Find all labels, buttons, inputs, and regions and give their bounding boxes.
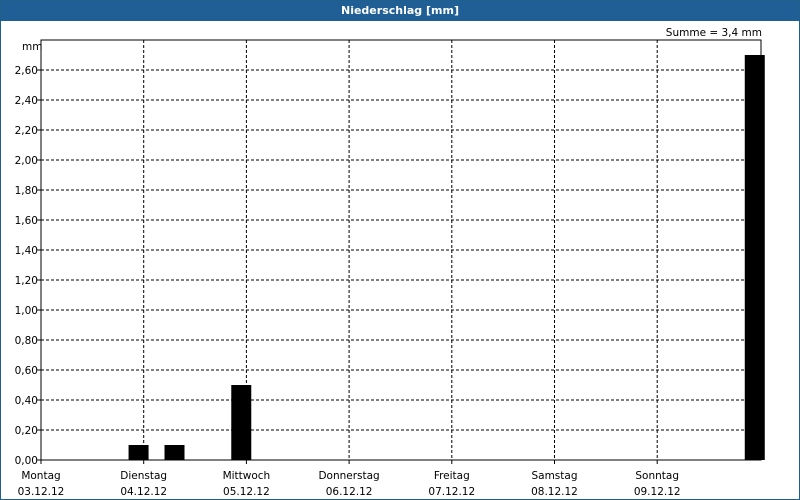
x-tick-weekday-label: Dienstag <box>120 470 167 482</box>
x-tick-date-label: 07.12.12 <box>428 486 475 498</box>
y-tick-label: 2,00 <box>15 155 38 167</box>
x-tick-date-label: 08.12.12 <box>531 486 578 498</box>
y-tick-label: 1,40 <box>15 245 38 257</box>
x-tick-date-label: 05.12.12 <box>223 486 270 498</box>
y-tick-label: 1,20 <box>15 275 38 287</box>
precipitation-bar <box>128 445 149 460</box>
y-tick-label: 2,20 <box>15 125 38 137</box>
y-tick-label: 0,20 <box>15 425 38 437</box>
precipitation-bar <box>744 55 765 460</box>
precipitation-bar <box>231 385 252 460</box>
x-tick-weekday-label: Mittwoch <box>223 470 271 482</box>
y-axis-ticks: 0,00 0,20 0,40 0,60 0,80 1,00 1,20 1,40 1,60 1,80… <box>15 65 41 467</box>
x-tick-weekday-label: Sonntag <box>635 470 679 482</box>
sum-label: Summe = 3,4 mm <box>666 27 762 39</box>
y-tick-label: 2,60 <box>15 65 38 77</box>
x-tick-weekday-label: Montag <box>21 470 60 482</box>
x-tick-date-label: 03.12.12 <box>18 486 65 498</box>
y-tick-label: 2,40 <box>15 95 38 107</box>
x-tick-date-label: 04.12.12 <box>120 486 167 498</box>
y-tick-label: 1,60 <box>15 215 38 227</box>
y-axis-unit-label: mm <box>22 41 42 53</box>
precipitation-bar <box>164 445 185 460</box>
bar-series <box>128 55 765 460</box>
y-tick-label: 0,40 <box>15 395 38 407</box>
x-tick-weekday-label: Samstag <box>531 470 577 482</box>
precipitation-chart: 0,00 0,20 0,40 0,60 0,80 1,00 1,20 1,40 1,60 1,80… <box>15 27 765 498</box>
x-tick-weekday-label: Donnerstag <box>318 470 379 482</box>
x-tick-weekday-label: Freitag <box>434 470 470 482</box>
y-tick-label: 0,60 <box>15 365 38 377</box>
y-tick-label: 1,80 <box>15 185 38 197</box>
grid-lines <box>41 40 761 460</box>
y-tick-label: 0,80 <box>15 335 38 347</box>
x-axis-ticks: Montag 03.12.12 Dienstag 04.12.12 Mittwoch 05… <box>18 460 681 498</box>
x-tick-date-label: 06.12.12 <box>326 486 373 498</box>
y-tick-label: 0,00 <box>15 455 38 467</box>
y-tick-label: 1,00 <box>15 305 38 317</box>
x-tick-date-label: 09.12.12 <box>634 486 681 498</box>
